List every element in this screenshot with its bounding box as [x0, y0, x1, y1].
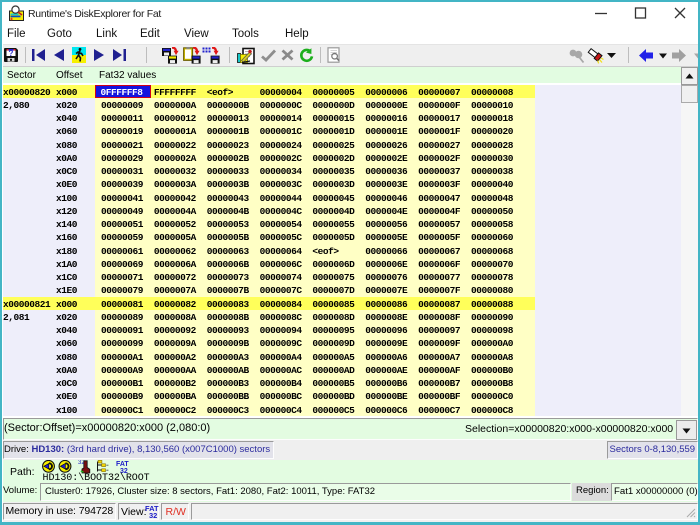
svg-text:?: ?	[9, 49, 14, 58]
svg-text:FAT: FAT	[116, 461, 129, 468]
